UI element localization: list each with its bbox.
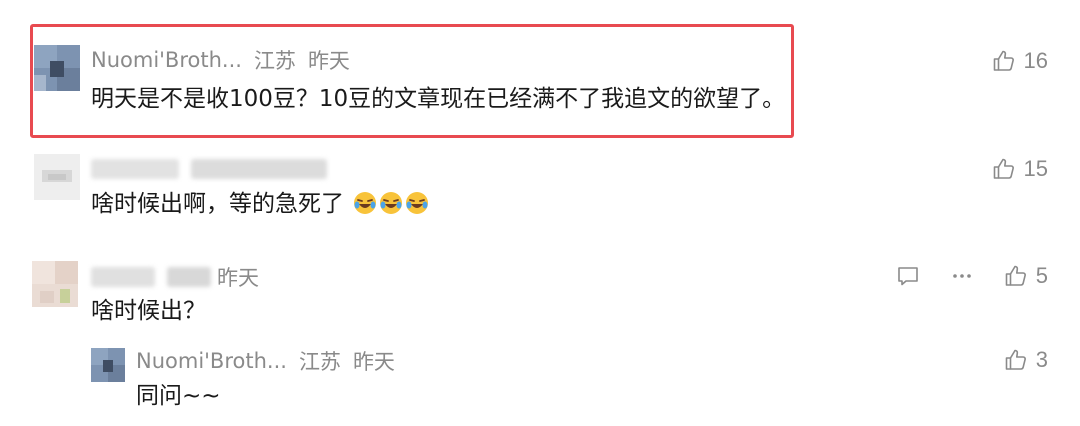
location: 江苏 (253, 49, 296, 73)
like-button[interactable]: 5 (1004, 261, 1048, 291)
timestamp: 昨天 (307, 49, 350, 73)
comment-meta (91, 155, 327, 183)
comment-meta: 昨天 (91, 263, 259, 291)
like-button[interactable]: 16 (992, 46, 1048, 76)
comment-text: 啥时候出？ (91, 298, 206, 324)
comment-text: 啥时候出啊，等的急死了 (91, 189, 429, 219)
crying-laughing-emoji-icon (353, 191, 377, 215)
avatar[interactable] (34, 45, 80, 91)
location: 江苏 (298, 350, 341, 374)
comment-meta: Nuomi'Broth... 江苏 昨天 (91, 46, 350, 74)
meta-blurred (191, 159, 327, 179)
meta-blurred (167, 267, 211, 287)
like-count: 15 (1023, 156, 1048, 181)
like-button[interactable]: 15 (992, 154, 1048, 184)
timestamp: 昨天 (352, 350, 395, 374)
author-name[interactable]: Nuomi'Broth... (136, 349, 287, 373)
avatar[interactable] (34, 154, 80, 200)
author-name[interactable]: Nuomi'Broth... (91, 48, 242, 72)
thumbs-up-icon (992, 49, 1016, 73)
timestamp: 昨天 (217, 266, 259, 290)
comment-text: 明天是不是收100豆？10豆的文章现在已经满不了我追文的欲望了。 (91, 86, 786, 112)
more-dots-icon[interactable] (948, 261, 976, 291)
thumbs-up-icon (1004, 264, 1028, 288)
like-button[interactable]: 3 (1004, 345, 1048, 375)
thumbs-up-icon (1004, 348, 1028, 372)
author-name-blurred[interactable] (91, 267, 155, 287)
reply-text: 同问~~ (136, 383, 221, 409)
author-name-blurred[interactable] (91, 159, 179, 179)
reply-meta: Nuomi'Broth... 江苏 昨天 (136, 347, 395, 375)
highlight-box (30, 24, 794, 138)
like-count: 3 (1035, 347, 1048, 372)
like-count: 16 (1023, 48, 1048, 73)
thumbs-up-icon (992, 157, 1016, 181)
comment-text-content: 啥时候出啊，等的急死了 (91, 191, 344, 217)
crying-laughing-emoji-icon (379, 191, 403, 215)
crying-laughing-emoji-icon (405, 191, 429, 215)
reply-bubble-icon[interactable] (894, 261, 922, 291)
reply-avatar[interactable] (91, 348, 125, 382)
like-count: 5 (1035, 263, 1048, 288)
avatar[interactable] (32, 261, 78, 307)
